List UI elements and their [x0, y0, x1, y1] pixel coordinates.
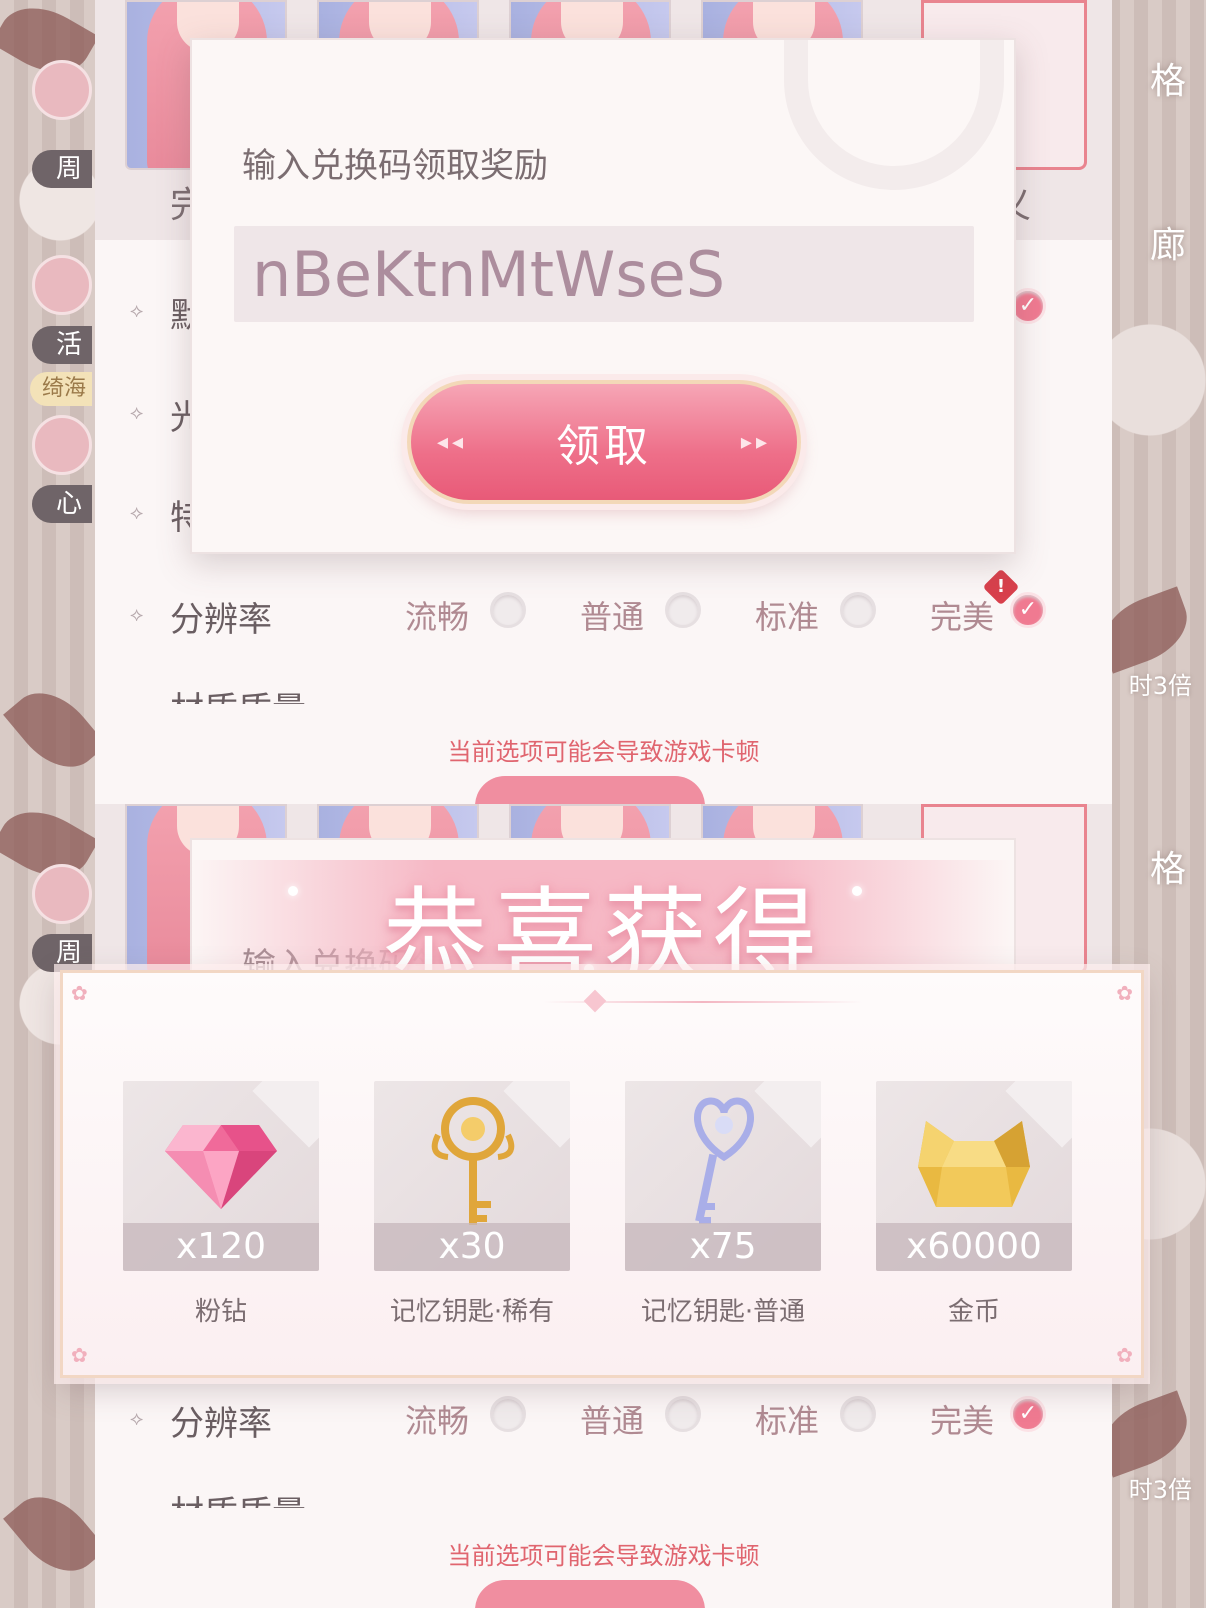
radio-standard[interactable] — [840, 592, 876, 628]
resolution-row: ⟡ 分辨率 流畅 普通 标准 完美 ✓ — [130, 1388, 1090, 1448]
rail-activity-badge[interactable]: 活 — [32, 326, 92, 364]
option-smooth[interactable]: 流畅 — [405, 1396, 469, 1442]
bullet-icon: ⟡ — [130, 500, 144, 524]
gold-key-icon — [431, 1097, 515, 1225]
reward-name: 记忆钥匙·稀有 — [389, 1297, 555, 1327]
rail-heart-badge[interactable]: 心 — [32, 485, 92, 523]
bullet-icon: ⟡ — [130, 602, 144, 626]
texture-row-cut: 材质质量 — [130, 690, 1090, 704]
radio-standard[interactable] — [840, 1396, 876, 1432]
screen-reward: 周 格 时3倍 ⟡ 分辨率 流畅 普通 标准 完美 ✓ 材质质量 当 — [0, 804, 1206, 1608]
sparkle-icon — [288, 886, 298, 896]
claim-button[interactable]: ◂◂ 领取 ▸▸ — [407, 380, 801, 504]
flower-corner-icon: ✿ — [71, 981, 88, 1005]
resolution-label: 分辨率 — [170, 600, 272, 640]
reward-item-list: x120 粉钻 x30 记忆钥匙·稀有 x75 记忆钥匙·普通 x60000 金… — [123, 1081, 1083, 1341]
option-perfect[interactable]: 完美 — [930, 1396, 994, 1442]
option-standard[interactable]: 标准 — [755, 1396, 819, 1442]
option-perfect[interactable]: 完美 — [930, 592, 994, 638]
warning-badge-icon: ! — [982, 568, 1020, 606]
sparkle-icon — [852, 886, 862, 896]
right-rail-label[interactable]: 时3倍 — [1129, 1470, 1192, 1505]
resolution-label: 分辨率 — [170, 1404, 272, 1444]
radio-normal[interactable] — [665, 1396, 701, 1432]
flower-corner-icon: ✿ — [71, 1343, 88, 1367]
resolution-row: ⟡ 分辨率 流畅 普通 标准 完美 ✓ ! — [130, 568, 1090, 644]
performance-warning: 当前选项可能会导致游戏卡顿 — [447, 738, 760, 766]
bullet-icon: ⟡ — [130, 400, 144, 424]
reward-name: 金币 — [947, 1297, 1000, 1327]
radio-smooth[interactable] — [490, 592, 526, 628]
reward-qty: x120 — [123, 1223, 319, 1271]
reward-item-box: x60000 — [876, 1081, 1072, 1271]
redeem-code-input[interactable] — [252, 236, 952, 312]
gold-coin-cat-icon — [918, 1121, 1030, 1207]
redeem-dialog: 输入兑换码领取奖励 ◂◂ 领取 ▸▸ — [190, 38, 1016, 554]
rail-icon[interactable] — [32, 60, 92, 120]
right-rail-label[interactable]: 格 — [1150, 52, 1186, 104]
radio-perfect-checked[interactable]: ✓ — [1010, 1396, 1046, 1432]
texture-label: 材质质量 — [170, 690, 306, 704]
radio-smooth[interactable] — [490, 1396, 526, 1432]
radio-normal[interactable] — [665, 592, 701, 628]
pink-diamond-icon — [165, 1125, 277, 1209]
reward-qty: x75 — [625, 1223, 821, 1271]
option-smooth[interactable]: 流畅 — [405, 592, 469, 638]
decorative-ring — [784, 40, 1004, 190]
reward-item[interactable]: x60000 金币 — [876, 1081, 1072, 1328]
left-rail: 周 活 绮海 心 — [0, 0, 95, 804]
claim-label: 领取 — [556, 421, 652, 472]
reward-item[interactable]: x30 记忆钥匙·稀有 — [374, 1081, 570, 1328]
rail-gold-badge[interactable]: 绮海 — [30, 372, 92, 406]
silver-key-icon — [694, 1097, 754, 1224]
reward-item-box: x75 — [625, 1081, 821, 1271]
radio-perfect-checked[interactable]: ✓ — [1010, 592, 1046, 628]
confirm-button-peek[interactable] — [475, 1580, 705, 1608]
redeem-title: 输入兑换码领取奖励 — [242, 146, 548, 186]
bullet-icon: ⟡ — [130, 298, 144, 322]
texture-row-cut: 材质质量 — [130, 1494, 1090, 1508]
confirm-button-peek[interactable] — [475, 776, 705, 804]
bullet-icon: ⟡ — [130, 1406, 144, 1430]
chevron-right-icon: ▸▸ — [740, 430, 771, 455]
option-normal[interactable]: 普通 — [580, 592, 644, 638]
reward-qty: x30 — [374, 1223, 570, 1271]
reward-panel[interactable]: ✿ ✿ ✿ ✿ x120 粉钻 x30 记忆钥匙·稀有 x75 记忆钥匙·普通 … — [60, 970, 1144, 1378]
reward-item[interactable]: x75 记忆钥匙·普通 — [625, 1081, 821, 1328]
reward-name: 记忆钥匙·普通 — [640, 1297, 806, 1327]
flower-corner-icon: ✿ — [1116, 981, 1133, 1005]
screen-redeem: 周 活 绮海 心 格 廊 时3倍 完 义 ⟡ 默 ✓ ⟡ 光 ⟡ — [0, 0, 1206, 804]
flower-corner-icon: ✿ — [1116, 1343, 1133, 1367]
reward-qty: x60000 — [876, 1223, 1072, 1271]
chevron-left-icon: ◂◂ — [437, 430, 468, 455]
right-rail-label[interactable]: 廊 — [1150, 216, 1186, 268]
ornament-gem-icon — [583, 989, 607, 1013]
option-standard[interactable]: 标准 — [755, 592, 819, 638]
rail-icon[interactable] — [32, 255, 92, 315]
right-rail-label[interactable]: 时3倍 — [1129, 666, 1192, 701]
option-normal[interactable]: 普通 — [580, 1396, 644, 1442]
performance-warning: 当前选项可能会导致游戏卡顿 — [447, 1542, 760, 1570]
reward-item[interactable]: x120 粉钻 — [123, 1081, 319, 1328]
rail-icon[interactable] — [32, 415, 92, 475]
code-field[interactable] — [234, 226, 974, 322]
reward-item-box: x30 — [374, 1081, 570, 1271]
reward-name: 粉钻 — [194, 1297, 247, 1327]
texture-label: 材质质量 — [170, 1494, 306, 1508]
rail-week-badge[interactable]: 周 — [32, 150, 92, 188]
reward-item-box: x120 — [123, 1081, 319, 1271]
